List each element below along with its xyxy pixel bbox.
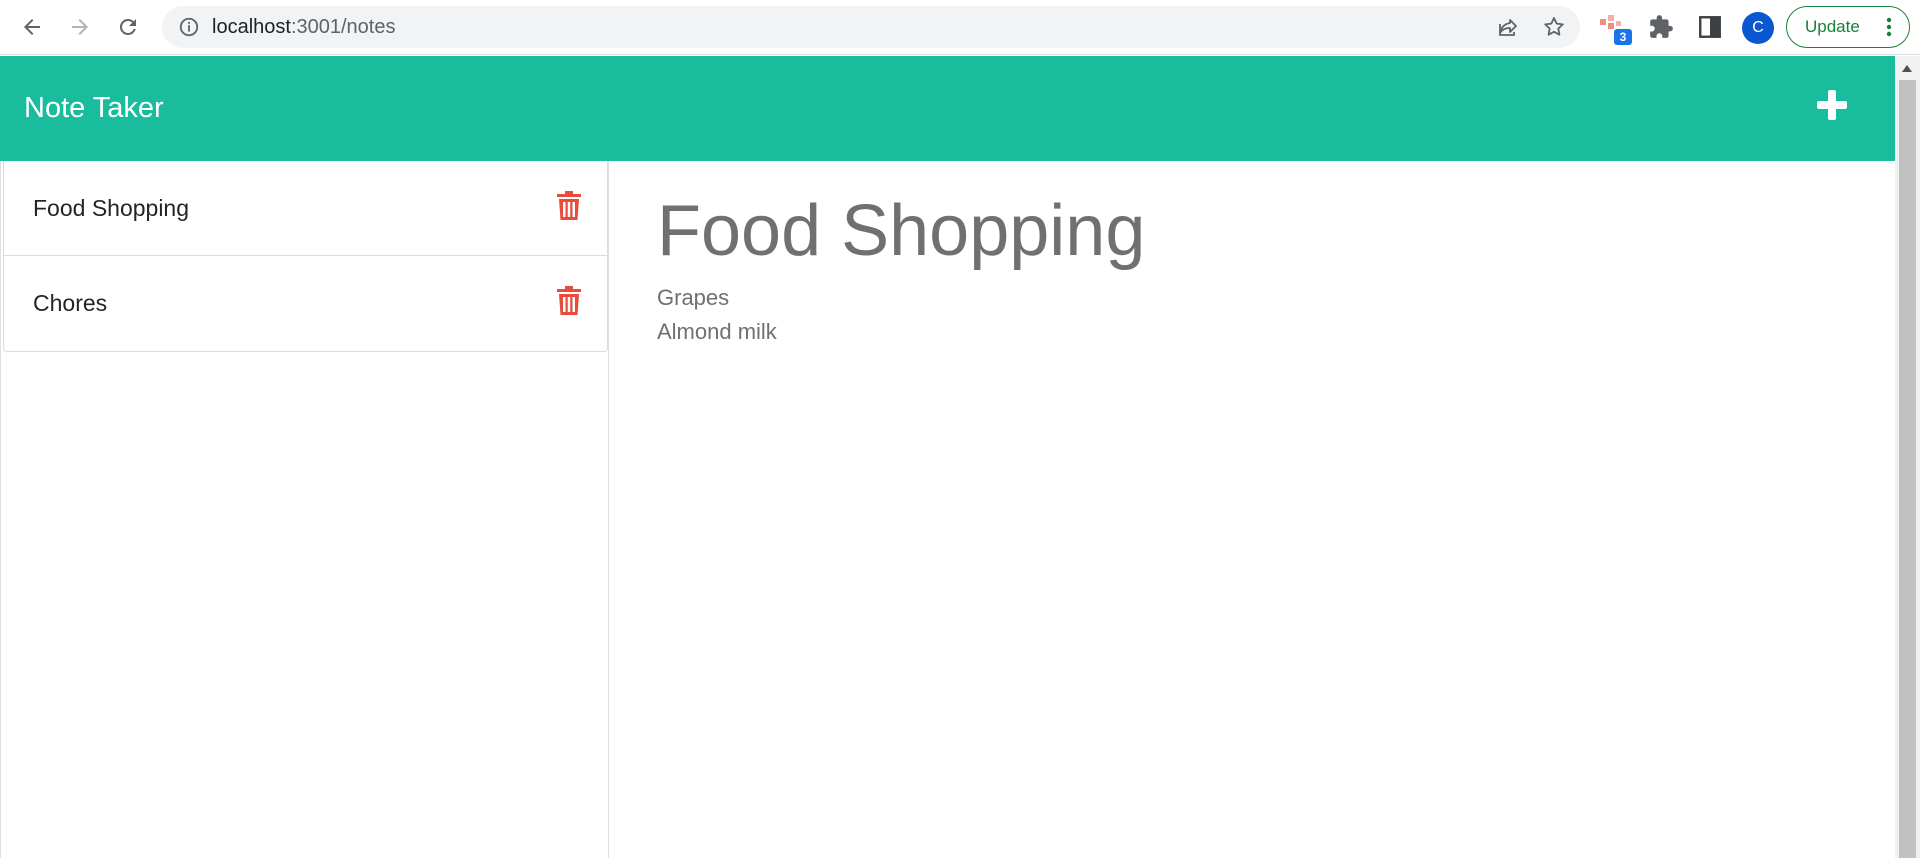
url-text[interactable]: localhost:3001/notes [212,6,395,48]
address-bar[interactable]: localhost:3001/notes [162,6,1580,48]
url-path: :3001/notes [290,16,396,38]
back-arrow-icon [24,19,40,35]
profile-avatar[interactable]: C [1742,12,1774,44]
note-list-title[interactable]: Food Shopping [33,161,189,256]
note-text-field[interactable]: Grapes Almond milk [657,281,777,349]
extension-badge: 3 [1614,29,1632,45]
list-item[interactable]: Chores [4,256,607,351]
back-button[interactable] [16,11,48,43]
more-vert-icon [1886,17,1892,37]
star-icon[interactable] [1542,15,1566,39]
browser-toolbar: localhost:3001/notes 3 C Update [0,0,1920,55]
info-icon[interactable] [178,16,200,38]
note-editor: Food Shopping Grapes Almond milk [610,161,1895,858]
url-host: localhost [212,16,291,38]
app-navbar: Note Taker [0,56,1895,161]
scrollbar-thumb[interactable] [1899,80,1916,858]
plus-icon[interactable] [1815,88,1849,122]
update-label: Update [1805,17,1860,36]
trash-icon[interactable] [556,191,582,221]
side-panel-icon[interactable] [1697,14,1723,40]
note-list-title[interactable]: Chores [33,256,107,351]
extension-button[interactable]: 3 [1598,13,1632,47]
notes-list: Food Shopping Chores [3,161,608,352]
list-item[interactable]: Food Shopping [4,161,607,256]
forward-button[interactable] [64,11,96,43]
app-brand[interactable]: Note Taker [24,56,164,161]
reload-icon [119,18,136,35]
forward-arrow-icon [72,19,88,35]
update-button[interactable]: Update [1786,6,1910,48]
trash-icon[interactable] [556,286,582,316]
reload-button[interactable] [112,11,144,43]
page-scrollbar[interactable] [1895,56,1920,858]
notes-sidebar: Food Shopping Chores [0,161,609,858]
puzzle-icon[interactable] [1648,14,1674,40]
share-icon[interactable] [1496,15,1520,39]
scroll-up-arrow-icon[interactable] [1902,65,1912,72]
note-title-field[interactable]: Food Shopping [657,185,1145,277]
